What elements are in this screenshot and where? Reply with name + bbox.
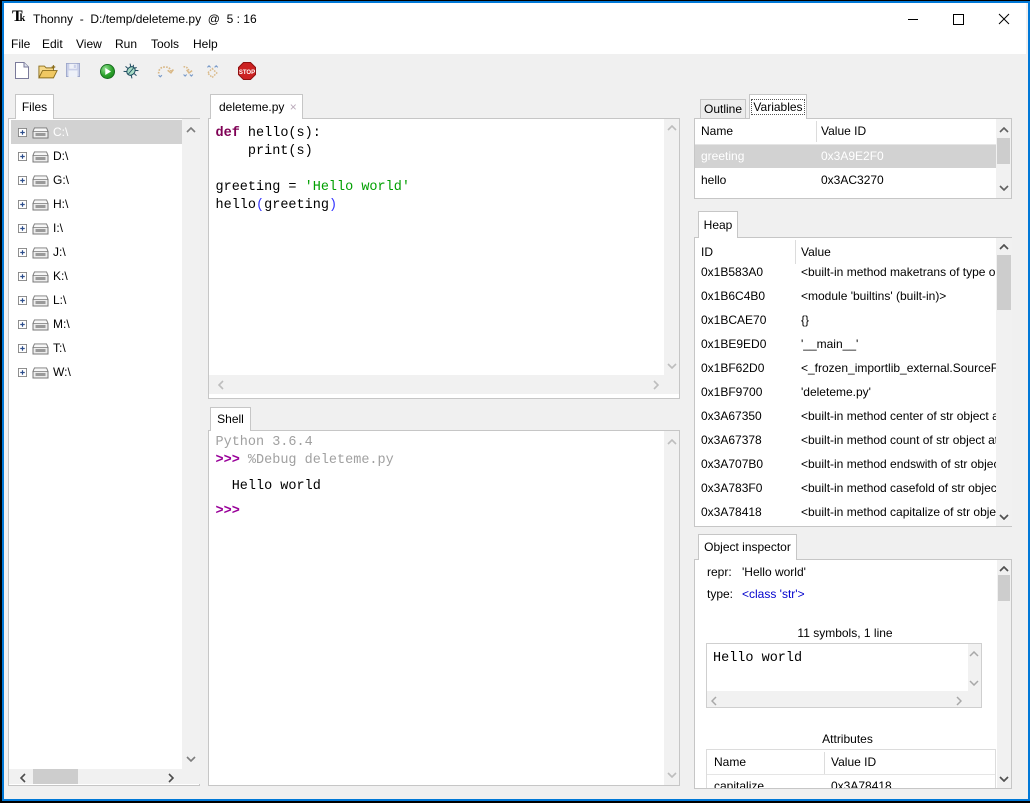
svg-text:STOP: STOP: [239, 70, 255, 76]
